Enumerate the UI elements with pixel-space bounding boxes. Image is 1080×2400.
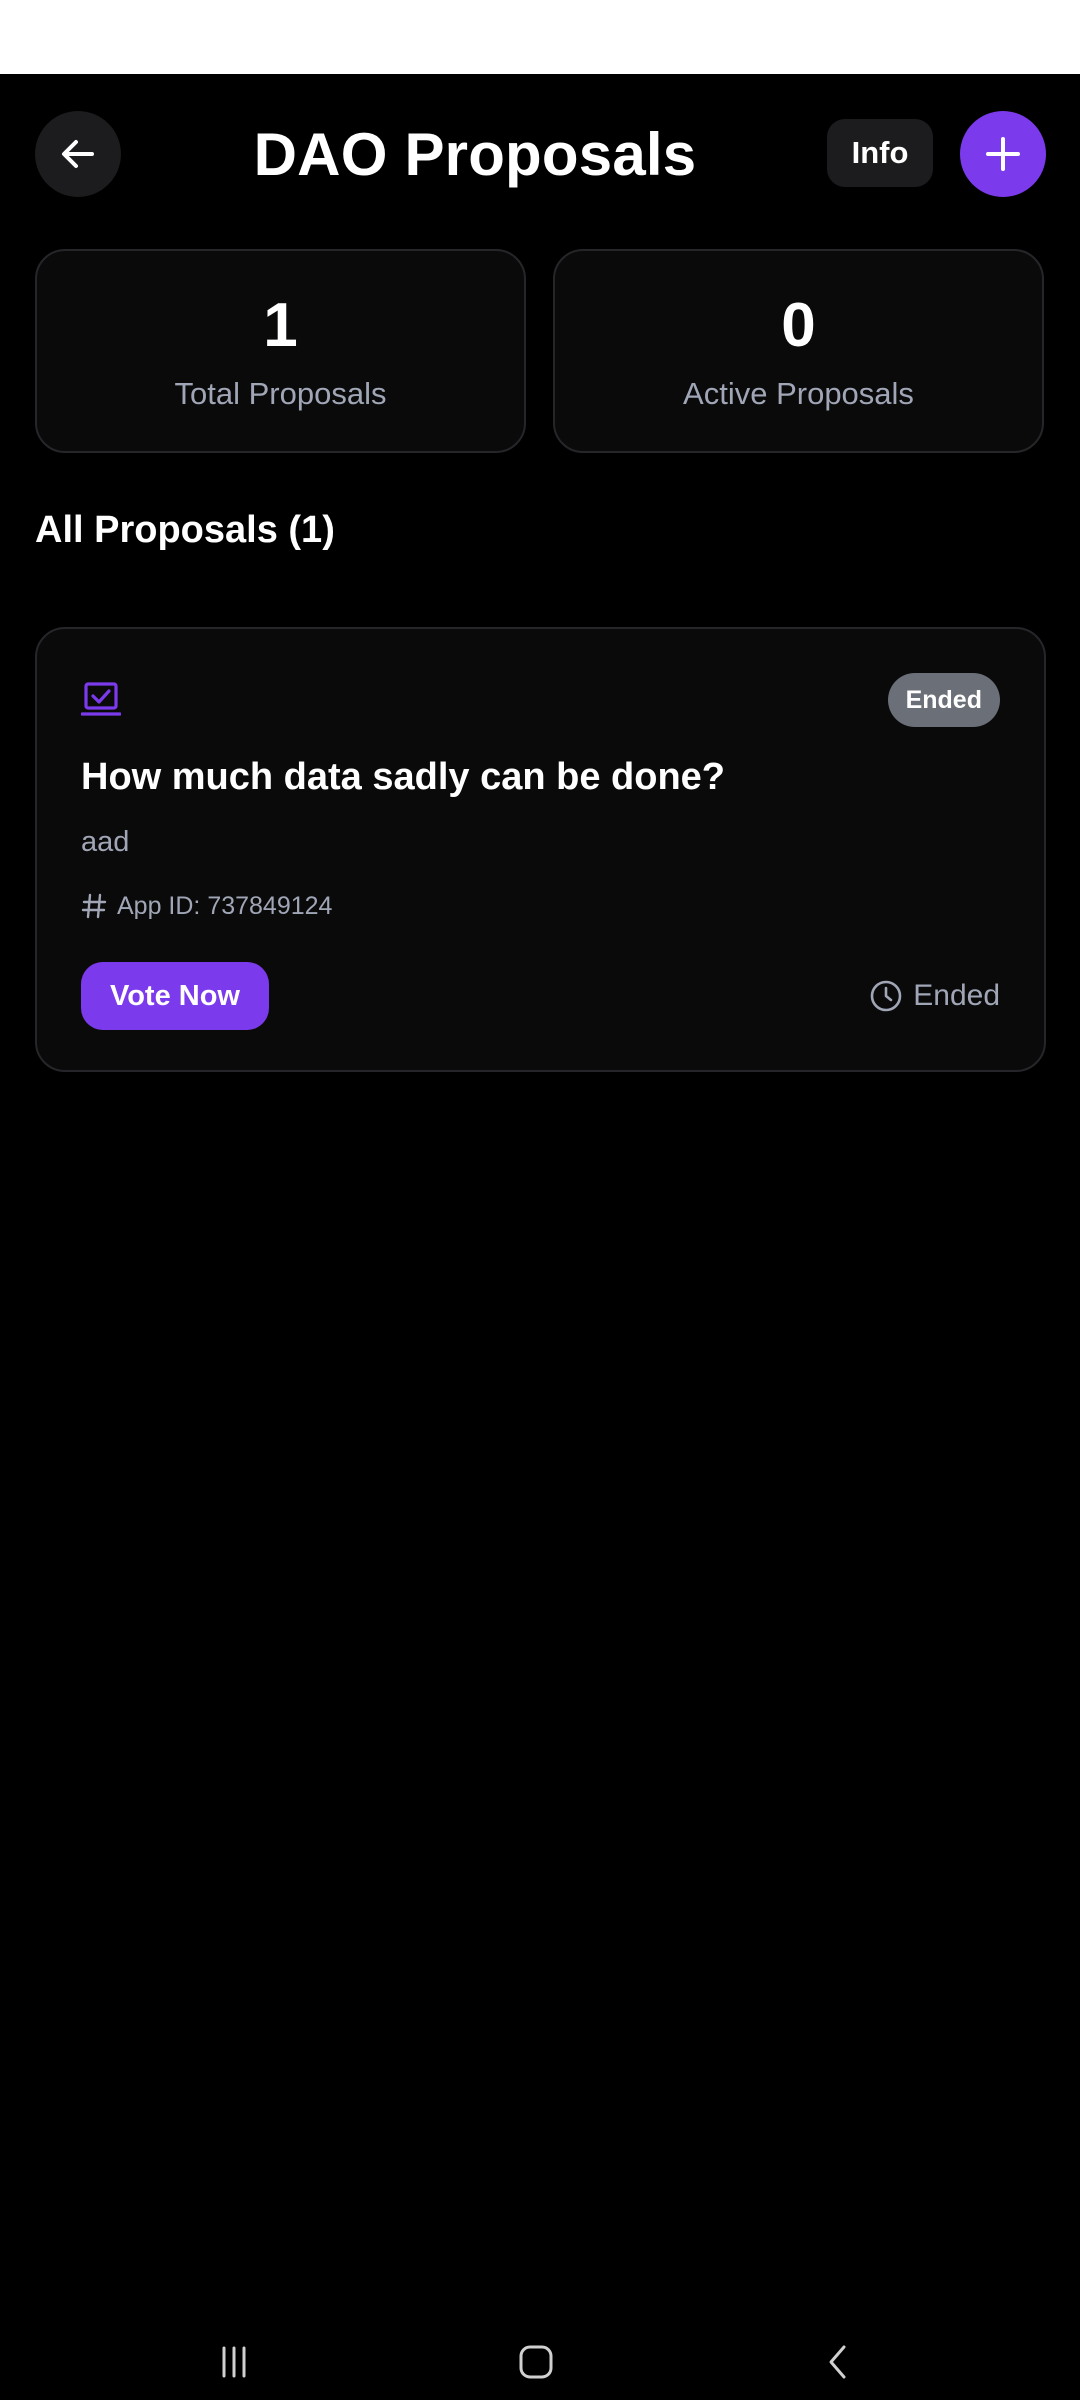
nav-back-icon [829,2345,846,2379]
page-title: DAO Proposals [253,121,697,188]
hash-icon [81,893,107,919]
vote-box-icon [81,682,121,716]
time-status: Ended [869,977,1000,1015]
home-icon [519,2345,553,2379]
proposal-description: aad [81,826,130,858]
active-proposals-value: 0 [781,291,816,360]
plus-icon [986,137,1020,171]
status-badge: Ended [887,673,1000,727]
proposal-title: How much data sadly can be done? [81,756,726,798]
app-id-text: App ID: 737849124 [117,891,333,920]
active-proposals-card: 0 Active Proposals [553,249,1044,453]
nav-back-button[interactable] [808,2340,868,2384]
time-status-text: Ended [913,979,1000,1012]
clock-icon [870,980,902,1012]
total-proposals-card: 1 Total Proposals [35,249,526,453]
recents-icon [222,2346,246,2378]
active-proposals-label: Active Proposals [683,376,914,411]
app-id-row: App ID: 737849124 [81,889,332,923]
nav-home-button[interactable] [506,2340,566,2384]
add-proposal-button[interactable] [960,111,1046,197]
status-bar [0,0,1080,74]
vote-now-button[interactable]: Vote Now [81,962,269,1030]
total-proposals-label: Total Proposals [174,376,387,411]
section-title: All Proposals (1) [35,509,335,551]
system-nav-bar [0,2324,1080,2400]
nav-recents-button[interactable] [204,2340,264,2384]
info-button[interactable]: Info [827,119,933,187]
proposal-card[interactable]: Ended How much data sadly can be done? a… [35,627,1046,1072]
screen: DAO Proposals Info 1 Total Proposals 0 A… [0,74,1080,2400]
total-proposals-value: 1 [263,291,298,360]
